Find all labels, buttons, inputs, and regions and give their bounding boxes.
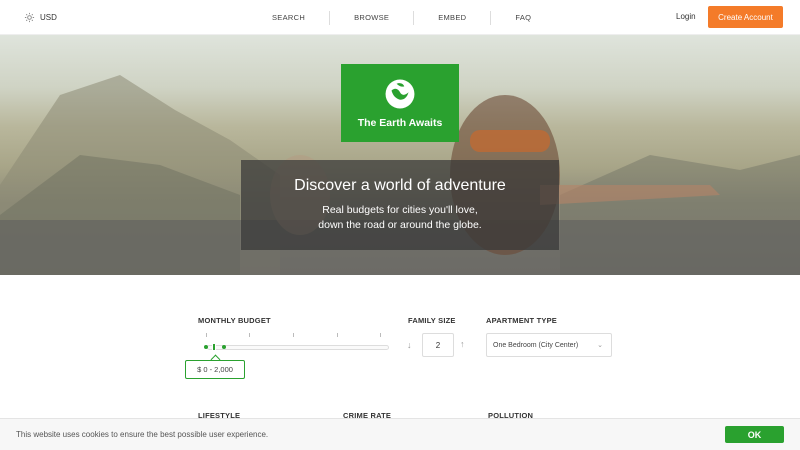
- gear-icon: [24, 12, 35, 23]
- globe-icon: [385, 79, 415, 109]
- hero-tagline: Discover a world of adventure Real budge…: [241, 160, 559, 250]
- budget-slider-track[interactable]: [207, 345, 389, 350]
- decrease-arrow-icon[interactable]: ↓: [407, 340, 412, 350]
- hero-subtitle: Real budgets for cities you'll love, dow…: [318, 203, 481, 233]
- slider-tick: [337, 333, 338, 337]
- currency-selector[interactable]: USD: [24, 12, 57, 23]
- monthly-budget-label: MONTHLY BUDGET: [198, 316, 271, 325]
- cookie-message: This website uses cookies to ensure the …: [16, 430, 269, 439]
- apartment-type-select[interactable]: One Bedroom (City Center) ⌄: [486, 333, 612, 357]
- family-size-input[interactable]: [422, 333, 454, 357]
- hero-banner: The Earth Awaits Discover a world of adv…: [0, 35, 800, 275]
- page: USD SEARCH BROWSE EMBED FAQ Login Create…: [0, 0, 800, 450]
- slider-dot: [204, 345, 208, 349]
- nav-faq[interactable]: FAQ: [491, 11, 555, 25]
- hero-subtitle-line1: Real budgets for cities you'll love,: [322, 204, 478, 216]
- cookie-banner: This website uses cookies to ensure the …: [0, 418, 800, 450]
- slider-tick: [293, 333, 294, 337]
- top-header: USD SEARCH BROWSE EMBED FAQ Login Create…: [0, 0, 800, 35]
- logo-text: The Earth Awaits: [357, 117, 443, 129]
- search-filters: MONTHLY BUDGET $ 0 - 2,000 FAMILY SIZE ↓…: [0, 275, 800, 420]
- budget-value-display: $ 0 - 2,000: [185, 360, 245, 379]
- family-size-label: FAMILY SIZE: [408, 316, 456, 325]
- brand-logo[interactable]: The Earth Awaits: [341, 64, 459, 142]
- slider-tick: [249, 333, 250, 337]
- increase-arrow-icon[interactable]: ↑: [460, 339, 465, 349]
- login-link[interactable]: Login: [676, 12, 696, 21]
- slider-tick: [380, 333, 381, 337]
- chevron-down-icon: ⌄: [597, 342, 603, 349]
- apartment-type-label: APARTMENT TYPE: [486, 316, 557, 325]
- hero-subtitle-line2: down the road or around the globe.: [318, 219, 482, 231]
- nav-browse[interactable]: BROWSE: [330, 11, 413, 25]
- nav-search[interactable]: SEARCH: [248, 11, 329, 25]
- hero-title: Discover a world of adventure: [294, 177, 506, 194]
- currency-label: USD: [40, 13, 57, 22]
- create-account-button[interactable]: Create Account: [708, 6, 783, 28]
- budget-slider-handle[interactable]: [212, 343, 216, 351]
- slider-dot: [222, 345, 226, 349]
- slider-tick: [206, 333, 207, 337]
- apartment-type-value: One Bedroom (City Center): [493, 341, 579, 349]
- nav-embed[interactable]: EMBED: [414, 11, 490, 25]
- cookie-ok-button[interactable]: OK: [725, 426, 784, 443]
- main-nav: SEARCH BROWSE EMBED FAQ: [248, 0, 555, 35]
